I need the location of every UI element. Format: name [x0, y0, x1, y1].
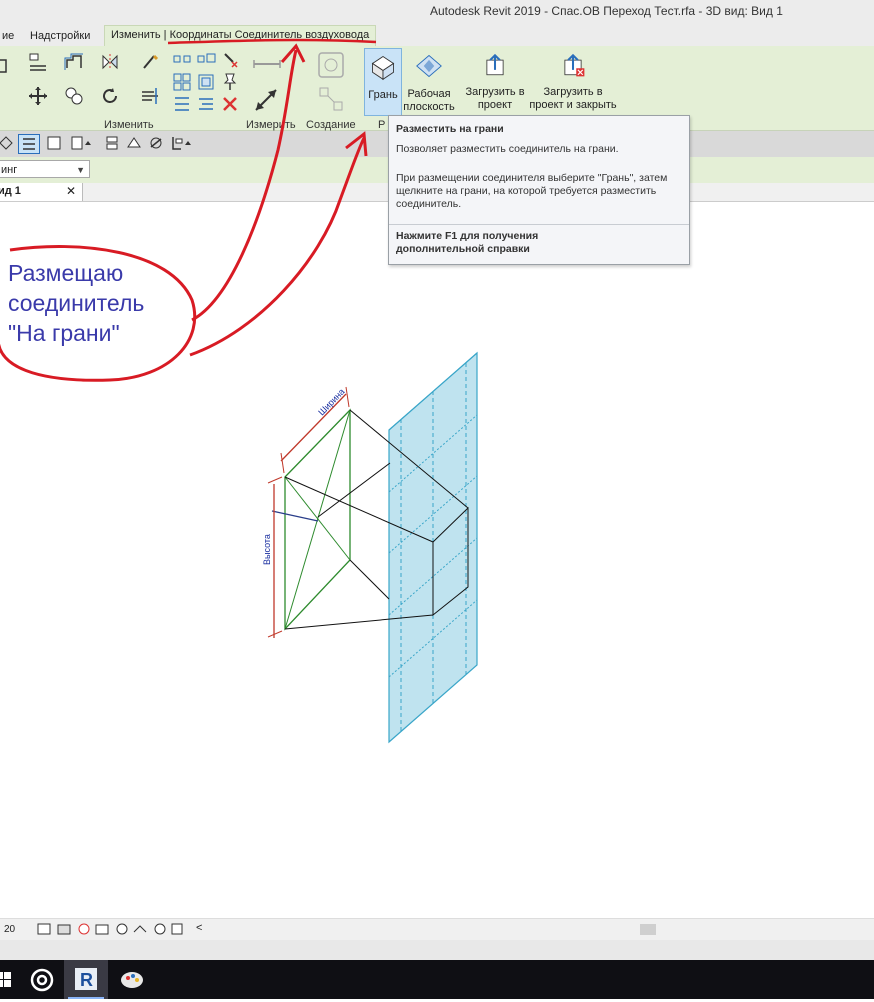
annotation-text: Размещаю соединитель "На грани": [8, 258, 198, 348]
measure-ruler-icon[interactable]: [252, 54, 282, 74]
type-selector[interactable]: инг ▼: [0, 160, 90, 178]
shadows-icon[interactable]: [95, 924, 109, 935]
annotation-line-3: "На грани": [8, 320, 120, 346]
modify-arrow-icon[interactable]: [0, 135, 14, 151]
scroll-left-icon[interactable]: <: [196, 922, 202, 934]
pin-icon[interactable]: [220, 72, 240, 92]
type-properties-icon[interactable]: [46, 135, 62, 151]
trim-extend-icon[interactable]: [140, 86, 160, 106]
height-dimension-label: Высота: [262, 534, 272, 565]
properties-toggle-icon[interactable]: [18, 134, 40, 154]
split-icon[interactable]: [140, 52, 160, 72]
tooltip-title: Разместить на грани: [396, 123, 504, 135]
group-icon[interactable]: [196, 72, 216, 92]
scale-icon[interactable]: [196, 50, 216, 70]
load-into-project-icon: [486, 53, 504, 76]
offset-icon[interactable]: [64, 52, 84, 72]
window-title: Autodesk Revit 2019 - Спас.ОВ Переход Те…: [430, 4, 783, 18]
load-into-project-close-label: Загрузить в проект и закрыть: [529, 86, 617, 111]
view-scale[interactable]: 20: [4, 924, 15, 935]
tooltip-description: Позволяет разместить соединитель на гран…: [396, 143, 619, 155]
detail-level-icon[interactable]: [37, 923, 51, 935]
family-types-icon[interactable]: [70, 135, 94, 151]
work-plane-button[interactable]: Рабочая плоскость: [402, 48, 456, 114]
annotation-line-2: соединитель: [8, 290, 145, 316]
array-icon[interactable]: [172, 50, 192, 70]
width-dimension[interactable]: Ширина: [280, 386, 350, 474]
hide-icon[interactable]: [148, 135, 164, 151]
create-component-icon[interactable]: [316, 50, 346, 80]
paint-app-icon[interactable]: [110, 960, 154, 999]
face-placement-label: Грань: [368, 89, 398, 101]
tooltip-help: Нажмите F1 для получения дополнительной …: [396, 230, 539, 255]
tooltip: Разместить на грани Позволяет разместить…: [388, 115, 690, 265]
tooltip-divider: [389, 224, 689, 225]
view-control-bar: 20 <: [0, 918, 874, 941]
face-placement-button[interactable]: Грань: [364, 48, 402, 116]
work-plane-icon: [416, 54, 442, 78]
view-tab[interactable]: ид 1 ✕: [0, 183, 83, 201]
mirror-icon[interactable]: [100, 52, 120, 72]
width-dimension-label: Ширина: [316, 386, 346, 417]
work-plane-label: Рабочая плоскость: [403, 88, 455, 113]
load-and-close-icon: [564, 53, 585, 77]
close-icon[interactable]: ✕: [66, 184, 76, 198]
workset-icon[interactable]: [170, 135, 196, 151]
ribbon-tab-bar: ие Надстройки Изменить | Координаты Соед…: [0, 24, 874, 47]
svg-text:R: R: [80, 970, 93, 990]
tab-modify-connector[interactable]: Изменить | Координаты Соединитель воздух…: [104, 25, 377, 47]
panel-label-modify: Изменить: [104, 119, 154, 131]
height-dimension[interactable]: Высота: [262, 476, 283, 638]
revit-app-icon[interactable]: R: [64, 960, 108, 999]
panel-label-create: Создание: [306, 119, 356, 131]
move-icon[interactable]: [28, 86, 48, 106]
load-into-project-close-button[interactable]: Загрузить в проект и закрыть: [526, 48, 620, 114]
view-control-icons: [36, 922, 186, 939]
chevron-down-icon: ▼: [76, 165, 85, 175]
sun-path-icon[interactable]: [78, 923, 90, 935]
view-tab-label: ид 1: [0, 185, 21, 197]
load-into-project-button[interactable]: Загрузить в проект: [460, 48, 530, 114]
unpin-icon[interactable]: [220, 50, 240, 70]
load-into-project-label: Загрузить в проект: [465, 86, 525, 111]
visibility-icon[interactable]: [126, 135, 142, 151]
tab-addins[interactable]: Надстройки: [24, 27, 96, 46]
tooltip-detail: При размещении соединителя выберите "Гра…: [396, 172, 668, 210]
align-edges-icon[interactable]: [172, 94, 192, 114]
delete-icon[interactable]: [220, 94, 240, 114]
rotate-icon[interactable]: [100, 86, 120, 106]
copy-icon[interactable]: [64, 86, 84, 106]
status-strip: [0, 940, 874, 960]
visual-style-icon[interactable]: [57, 924, 71, 935]
taskbar: R: [0, 960, 874, 999]
crop-icon[interactable]: [133, 925, 147, 933]
connector-icon[interactable]: [104, 135, 120, 151]
title-bar: Autodesk Revit 2019 - Спас.ОВ Переход Те…: [0, 0, 874, 24]
modify-tool-icon[interactable]: [0, 56, 12, 76]
render-icon[interactable]: [116, 923, 128, 935]
tab-partial[interactable]: ие: [0, 27, 20, 46]
face-icon: [371, 55, 395, 81]
type-selector-value: инг: [1, 164, 18, 176]
create-group-icon[interactable]: [316, 84, 346, 114]
measure-dimension-icon[interactable]: [252, 84, 282, 114]
offset-edges-icon[interactable]: [196, 94, 216, 114]
align-icon[interactable]: [28, 52, 48, 72]
annotation-line-1: Размещаю: [8, 260, 124, 286]
grid-array-icon[interactable]: [172, 72, 192, 92]
reveal-hidden-icon[interactable]: [171, 923, 183, 935]
hide-isolate-icon[interactable]: [154, 923, 166, 935]
panel-label-measure: Измерить: [246, 119, 296, 131]
cortana-icon[interactable]: [20, 960, 64, 999]
horizontal-scrollbar-thumb[interactable]: [640, 924, 656, 935]
panel-label-placement: Р: [378, 119, 386, 131]
